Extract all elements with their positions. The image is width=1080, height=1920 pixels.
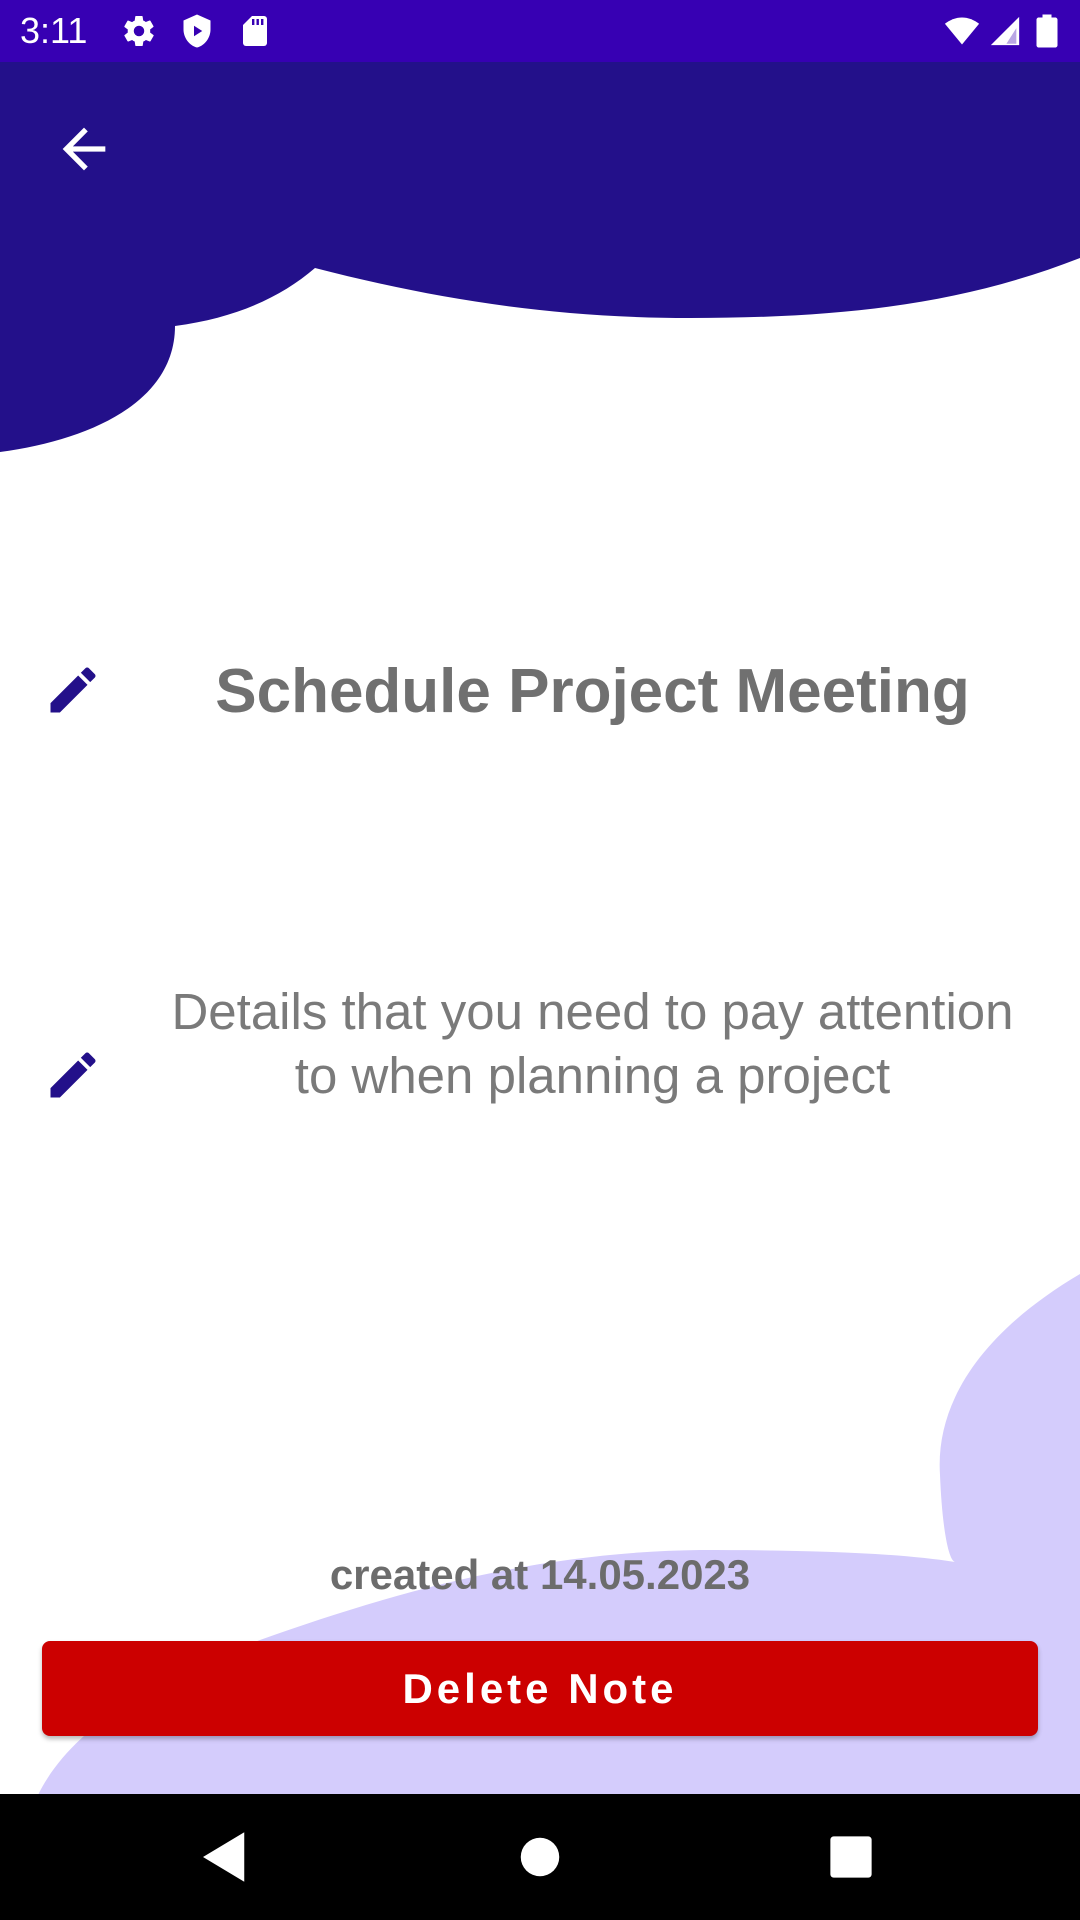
- nav-back-button[interactable]: [192, 1824, 258, 1890]
- pencil-icon: [50, 1052, 96, 1098]
- nav-recents-button[interactable]: [818, 1824, 884, 1890]
- cellular-signal-icon: [988, 13, 1022, 49]
- nav-home-icon: [520, 1837, 560, 1877]
- note-details[interactable]: Details that you need to pay attention t…: [150, 980, 1035, 1108]
- edit-title-button[interactable]: [43, 660, 103, 720]
- sd-card-icon: [237, 13, 273, 49]
- created-at-date: 14.05.2023: [539, 1551, 751, 1598]
- delete-note-button[interactable]: Delete Note: [42, 1641, 1038, 1736]
- wifi-icon: [942, 13, 982, 49]
- back-button[interactable]: [40, 105, 128, 193]
- nav-back-icon: [203, 1832, 245, 1882]
- nav-home-button[interactable]: [507, 1824, 573, 1890]
- pencil-icon: [50, 667, 96, 713]
- status-bar: 3:11: [0, 0, 1080, 62]
- battery-icon: [1034, 13, 1060, 49]
- note-detail-screen: 3:11 Schedule Project Meeting Details th…: [0, 0, 1080, 1920]
- created-at-prefix: created at: [329, 1551, 540, 1598]
- edit-details-button[interactable]: [43, 1045, 103, 1105]
- status-time: 3:11: [20, 10, 88, 51]
- note-title[interactable]: Schedule Project Meeting: [150, 650, 1035, 734]
- arrow-back-icon: [62, 127, 106, 171]
- created-at-label: created at 14.05.2023: [0, 1545, 1080, 1605]
- header-background-shape: [0, 0, 1080, 452]
- nav-recents-icon: [830, 1836, 872, 1878]
- system-navigation-bar: [0, 1794, 1080, 1920]
- settings-icon: [121, 13, 157, 49]
- shield-icon: [179, 13, 215, 49]
